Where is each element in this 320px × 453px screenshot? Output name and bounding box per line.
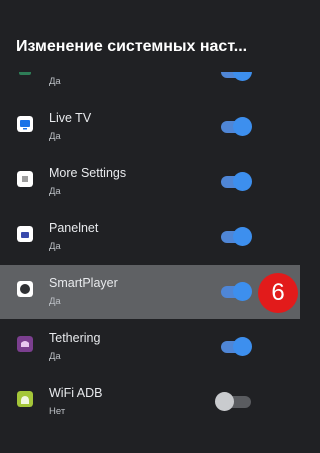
list-item-focused[interactable]: SmartPlayer Да 6: [0, 265, 300, 319]
app-name: Tethering: [49, 331, 101, 345]
toggle-switch[interactable]: [221, 172, 252, 192]
list-item[interactable]: More Settings Да: [0, 155, 300, 209]
app-status: Да: [49, 296, 61, 307]
app-status: Да: [49, 186, 61, 197]
list-item[interactable]: WiFi ADB Нет: [0, 375, 300, 429]
android-icon: [17, 391, 33, 407]
app-name: More Settings: [49, 166, 127, 180]
toggle-switch[interactable]: [221, 227, 252, 247]
list-item[interactable]: Panelnet Да: [0, 210, 300, 264]
app-status: Да: [49, 351, 61, 362]
app-status: Да: [49, 76, 61, 87]
app-name: WiFi ADB: [49, 386, 103, 400]
header: Изменение системных наст...: [0, 0, 300, 72]
smartplayer-icon: [17, 281, 33, 297]
app-name: SmartPlayer: [49, 276, 118, 290]
list-item[interactable]: Tethering Да: [0, 320, 300, 374]
toggle-switch[interactable]: [221, 282, 252, 302]
app-status: Нет: [49, 406, 66, 417]
toggle-switch[interactable]: [221, 337, 252, 357]
app-name: Panelnet: [49, 221, 99, 235]
page-title: Изменение системных наст...: [16, 38, 248, 55]
more-settings-icon: [17, 171, 33, 187]
toggle-switch[interactable]: [215, 392, 251, 412]
app-status: Да: [49, 131, 61, 142]
list-item[interactable]: Live TV Да: [0, 100, 300, 154]
toggle-switch[interactable]: [221, 117, 252, 137]
panelnet-icon: [17, 226, 33, 242]
live-tv-icon: [17, 116, 33, 132]
app-status: Да: [49, 241, 61, 252]
step-badge: 6: [258, 273, 298, 313]
app-name: Live TV: [49, 111, 92, 125]
tethering-icon: [17, 336, 33, 352]
